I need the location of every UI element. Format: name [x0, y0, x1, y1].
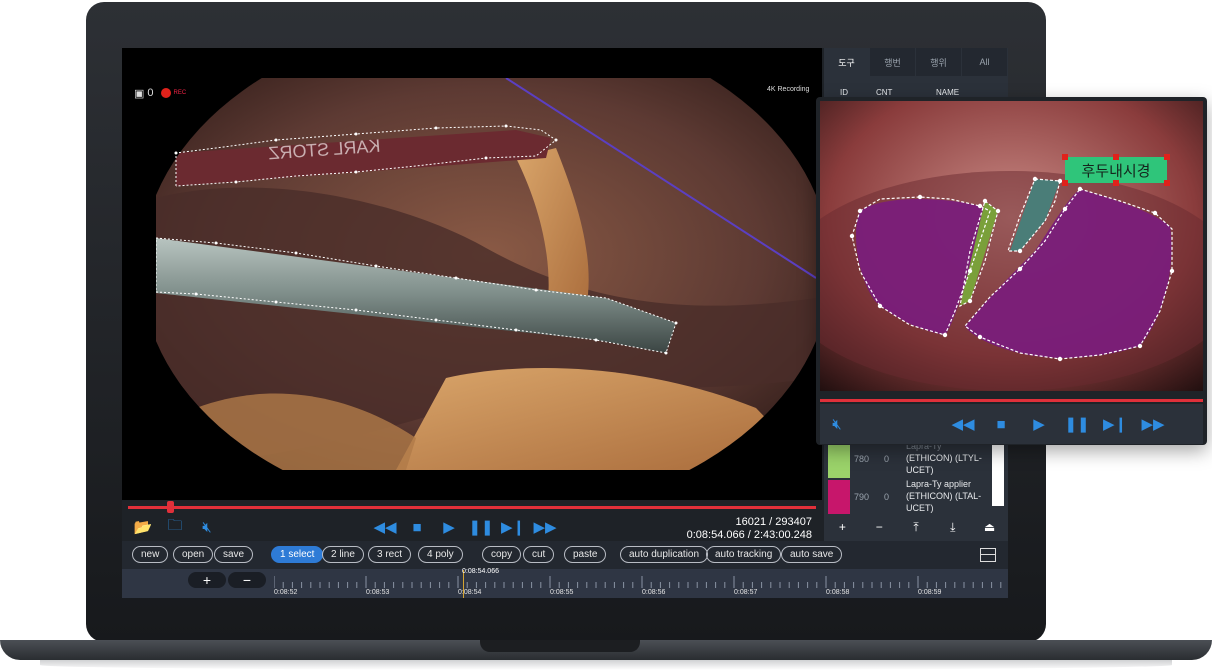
save-button[interactable]: save [214, 546, 254, 563]
auto-save-button[interactable]: auto save [781, 546, 843, 563]
col-id: ID [840, 88, 848, 97]
remove-label-icon[interactable]: − [861, 513, 898, 541]
tag-handle[interactable] [1113, 154, 1119, 160]
annotation-preview-popup: 🔇︎ ◀◀ ■ ▶ ❚❚ ▶❙ ▶▶ [816, 97, 1207, 445]
tab-action[interactable]: 행위 [916, 48, 962, 76]
import-icon[interactable]: ⏏ [971, 513, 1008, 541]
tick-label: 0:08:57 [734, 589, 758, 596]
tick-label: 0:08:55 [550, 589, 574, 596]
panel-actions: + − ⤒ ⤓ ⏏ [824, 513, 1008, 541]
laryngoscopy-frame [820, 101, 1203, 391]
open-button[interactable]: open [173, 546, 214, 563]
pause-icon[interactable]: ❚❚ [1064, 413, 1089, 435]
tab-all[interactable]: All [962, 48, 1008, 76]
stop-icon[interactable]: ■ [990, 413, 1012, 435]
panel-scrollbar[interactable] [992, 440, 1004, 506]
tag-handle[interactable] [1062, 154, 1068, 160]
popup-controls: 🔇︎ ◀◀ ■ ▶ ❚❚ ▶❙ ▶▶ [820, 404, 1203, 444]
fast-forward-icon[interactable]: ▶▶ [533, 516, 556, 538]
open-video-icon[interactable]: 🗀 [164, 516, 186, 538]
laptop-base [0, 640, 1212, 672]
zoom-in-button[interactable]: + [188, 572, 226, 588]
rec-count: 0 [147, 87, 154, 99]
seek-handle[interactable] [167, 501, 174, 513]
select-tool-button[interactable]: 1 select [271, 546, 324, 563]
row-name: Lapra-Ty (ETHICON) (LTYL- UCET) [906, 441, 982, 475]
ruler-ticks [274, 576, 1002, 588]
frame-counter: 16021 / 293407 [735, 516, 812, 528]
tick-label: 0:08:56 [642, 589, 666, 596]
play-icon[interactable]: ▶ [1028, 413, 1050, 435]
auto-duplication-button[interactable]: auto duplication [620, 546, 709, 563]
tag-handle[interactable] [1062, 180, 1068, 186]
tag-handle[interactable] [1113, 180, 1119, 186]
next-frame-icon[interactable]: ▶❙ [501, 516, 525, 538]
panel-tabs: 도구 행번 행위 All [824, 48, 1008, 76]
row-cnt: 0 [884, 454, 890, 464]
recording-mode-label: 4K Recording [767, 86, 810, 93]
paste-button[interactable]: paste [564, 546, 607, 563]
seek-bar[interactable] [128, 506, 816, 509]
row-name[interactable]: Lapra-Ty applier (ETHICON) (LTAL- UCET) [906, 478, 981, 514]
tick-label: 0:08:52 [274, 589, 298, 596]
timeline-ruler[interactable]: 0:08:52 0:08:53 0:08:54 0:08:55 0:08:56 … [274, 570, 1008, 598]
endoscopy-frame: KARL STORZ [156, 78, 816, 470]
timeline-cursor-label: 0:08:54.066 [462, 568, 499, 575]
row-cnt: 0 [884, 492, 890, 502]
annotation-toolbar: new open save 1 select 2 line 3 rect 4 p… [122, 541, 1008, 569]
tag-handle[interactable] [1164, 154, 1170, 160]
mute-icon[interactable]: 🔇︎ [826, 413, 848, 435]
recording-indicator: ▣ 0 REC [134, 86, 186, 100]
tick-label: 0:08:53 [366, 589, 390, 596]
camera-icon: ▣ [134, 87, 145, 100]
row-id: 780 [854, 454, 870, 464]
export-icon[interactable]: ⤒ [898, 513, 935, 541]
tab-tool[interactable]: 도구 [824, 48, 870, 76]
pause-icon[interactable]: ❚❚ [468, 516, 493, 538]
layout-toggle-icon[interactable] [980, 548, 996, 562]
row-id: 790 [854, 492, 870, 502]
download-icon[interactable]: ⤓ [934, 513, 971, 541]
zoom-out-button[interactable]: − [228, 572, 266, 588]
open-folder-icon[interactable]: 📂 [132, 516, 154, 538]
tick-label: 0:08:58 [826, 589, 850, 596]
col-name: NAME [936, 88, 960, 97]
video-viewport[interactable]: KARL STORZ ▣ 0 REC 4K Recording [122, 48, 822, 500]
copy-button[interactable]: copy [482, 546, 522, 563]
tick-label: 0:08:54 [458, 589, 482, 596]
cut-button[interactable]: cut [523, 546, 555, 563]
frame-time-counter: 16021 / 293407 0:08:54.066 / 2:43:00.248 [687, 516, 812, 542]
next-frame-icon[interactable]: ▶❙ [1103, 413, 1127, 435]
rec-label: REC [173, 90, 187, 96]
auto-tracking-button[interactable]: auto tracking [706, 546, 782, 563]
col-cnt: CNT [876, 88, 893, 97]
add-label-icon[interactable]: + [824, 513, 861, 541]
stop-icon[interactable]: ■ [406, 516, 428, 538]
poly-tool-button[interactable]: 4 poly [418, 546, 463, 563]
tab-rownum[interactable]: 행번 [870, 48, 916, 76]
fast-forward-icon[interactable]: ▶▶ [1141, 413, 1164, 435]
rec-dot-icon [160, 88, 171, 98]
rect-tool-button[interactable]: 3 rect [368, 546, 412, 563]
row-color-swatch [828, 480, 850, 514]
mute-icon[interactable]: 🔇︎ [196, 516, 218, 538]
rewind-icon[interactable]: ◀◀ [373, 516, 396, 538]
new-button[interactable]: new [132, 546, 169, 563]
popup-seek-bar[interactable] [820, 399, 1203, 402]
play-icon[interactable]: ▶ [438, 516, 460, 538]
tick-label: 0:08:59 [918, 589, 942, 596]
line-tool-button[interactable]: 2 line [322, 546, 364, 563]
tag-handle[interactable] [1164, 180, 1170, 186]
rewind-icon[interactable]: ◀◀ [951, 413, 974, 435]
table-row[interactable] [828, 444, 850, 478]
